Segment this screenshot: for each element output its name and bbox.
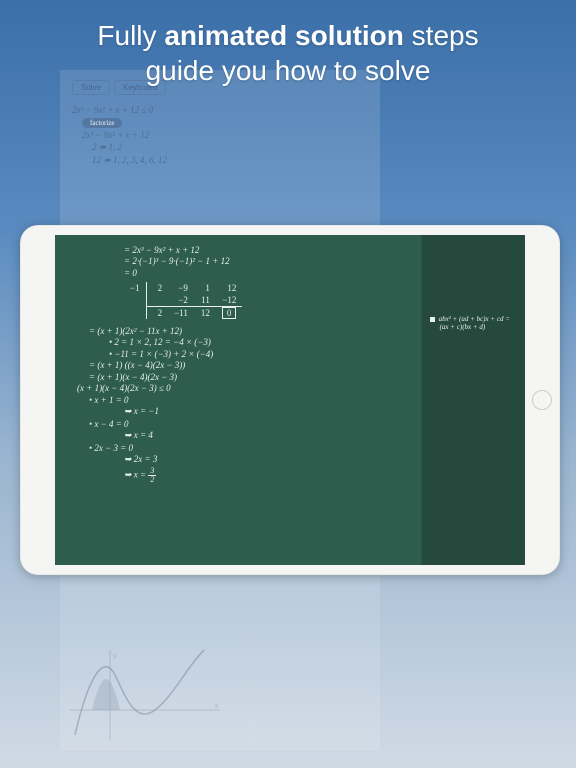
factor-result: 2x = 3 — [134, 454, 158, 464]
factor-line: x − 4 = 0 — [69, 419, 412, 429]
step-line: (x + 1)(x − 4)(2x − 3) ≤ 0 — [69, 383, 412, 393]
fraction: 32 — [148, 467, 156, 484]
formula-note-panel: abx² + (ad + bc)x + cd = (ax + c)(bx + d… — [422, 235, 525, 565]
promo-headline: Fully animated solution steps guide you … — [0, 18, 576, 88]
step-line: = (x + 1)(2x² − 11x + 12) — [69, 326, 412, 336]
step-line: = 2x³ − 9x² + x + 12 — [69, 245, 412, 255]
bg-step: 2 ➠ 1, 2 — [72, 142, 368, 153]
step-line: = 0 — [69, 268, 412, 278]
bg-step: 12 ➠ 1, 2, 3, 4, 6, 12 — [72, 155, 368, 166]
factor-result: x = −1 — [134, 406, 159, 416]
step-line: = (x + 1) ((x − 4)(2x − 3)) — [69, 360, 412, 370]
factor-line: x + 1 = 0 — [69, 395, 412, 405]
step-line: = (x + 1)(x − 4)(2x − 3) — [69, 372, 412, 382]
step-line: = 2·(−1)³ − 9·(−1)² − 1 + 12 — [69, 256, 412, 266]
input-equation: 2x³ − 9x² + x + 12 ≤ 0 — [72, 105, 368, 115]
cubic-graph: x y — [70, 650, 220, 740]
bullet-icon — [430, 317, 435, 322]
factor-result: x = 4 — [134, 430, 153, 440]
svg-text:y: y — [113, 653, 117, 660]
home-button-icon — [532, 390, 552, 410]
synthetic-division-table: −1 2 −9 1 12 −2 11 −12 — [124, 282, 242, 319]
bg-step: 2x³ − 9x² + x + 12 — [72, 130, 368, 140]
solution-steps: = 2x³ − 9x² + x + 12 = 2·(−1)³ − 9·(−1)²… — [55, 235, 422, 565]
svg-text:x: x — [215, 703, 219, 710]
factor-line: 2x − 3 = 0 — [69, 443, 412, 453]
tablet-device: = 2x³ − 9x² + x + 12 = 2·(−1)³ − 9·(−1)²… — [20, 225, 560, 575]
step-line: • −11 = 1 × (−3) + 2 × (−4) — [69, 349, 412, 359]
factorize-pill[interactable]: factorize — [82, 118, 122, 128]
tablet-screen: = 2x³ − 9x² + x + 12 = 2·(−1)³ − 9·(−1)²… — [55, 235, 525, 565]
step-line: • 2 = 1 × 2, 12 = −4 × (−3) — [69, 337, 412, 347]
